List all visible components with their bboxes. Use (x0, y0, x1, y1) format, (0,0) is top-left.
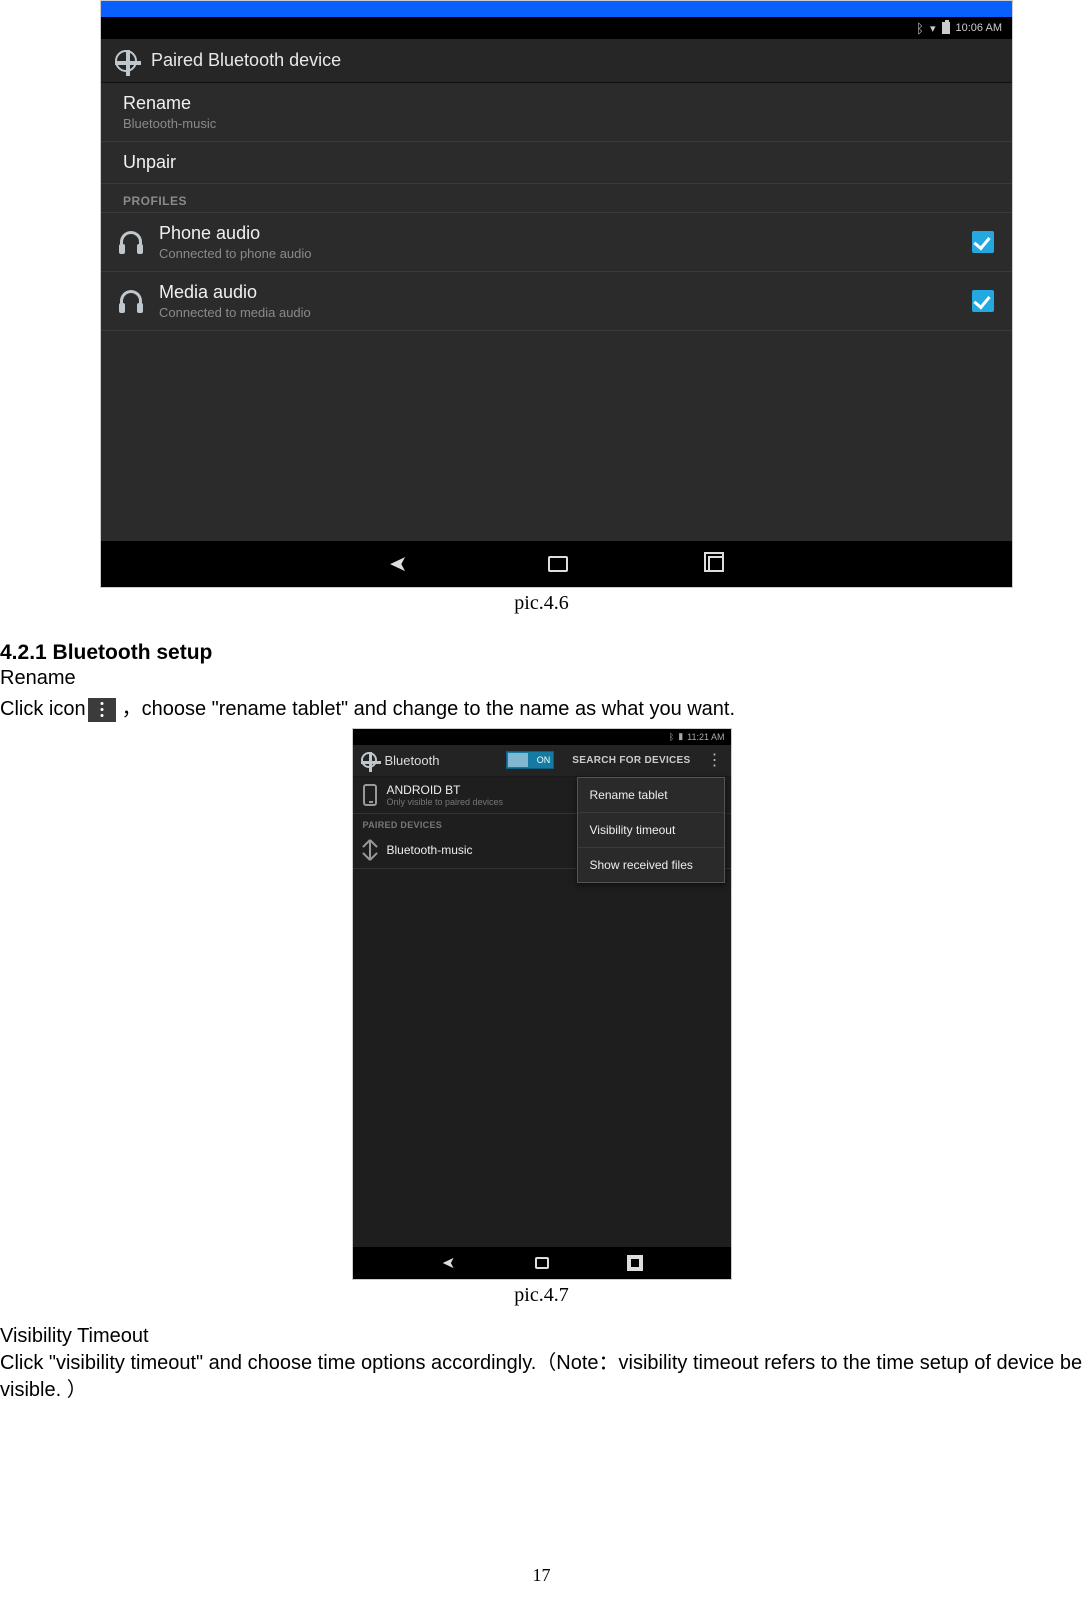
rename-pre: Click icon (0, 698, 86, 720)
battery-icon (942, 22, 950, 34)
overflow-menu-icon[interactable]: ⋮ (707, 750, 723, 770)
visibility-heading: Visibility Timeout (0, 1325, 1083, 1348)
rename-row[interactable]: Rename Bluetooth-music (101, 83, 1012, 142)
status-time: 11:21 AM (687, 732, 724, 742)
back-icon[interactable]: ➤ (442, 1253, 455, 1273)
rename-label: Rename (123, 93, 990, 114)
android-status-bar: ᛒ ▾ 10:06 AM (101, 17, 1012, 39)
screenshot-pic-4-6: ᛒ ▾ 10:06 AM Paired Bluetooth device Ren… (100, 0, 1013, 588)
status-time: 10:06 AM (956, 22, 1002, 34)
popup-rename-tablet[interactable]: Rename tablet (578, 778, 724, 813)
settings-gear-icon (361, 752, 377, 768)
headset-icon (119, 230, 143, 254)
phone-audio-title: Phone audio (159, 223, 956, 244)
settings-gear-icon (115, 50, 137, 72)
phone-audio-row[interactable]: Phone audio Connected to phone audio (101, 213, 1012, 272)
unpair-label: Unpair (123, 152, 990, 173)
signal-icon: ▾ (930, 22, 936, 35)
page-title: Paired Bluetooth device (151, 50, 341, 71)
unpair-row[interactable]: Unpair (101, 142, 1012, 184)
bluetooth-toggle[interactable]: ON (506, 751, 554, 769)
search-for-devices-button[interactable]: SEARCH FOR DEVICES (562, 755, 690, 766)
media-audio-sub: Connected to media audio (159, 305, 956, 320)
caption-pic-4-6: pic.4.6 (0, 592, 1083, 615)
phone-icon (363, 784, 377, 806)
window-top-bar (101, 1, 1012, 17)
device-name: ANDROID BT (387, 783, 504, 797)
media-audio-title: Media audio (159, 282, 956, 303)
page-title-bar: Paired Bluetooth device (101, 39, 1012, 83)
visibility-body: Click "visibility timeout" and choose ti… (0, 1350, 1083, 1404)
rename-subtitle: Bluetooth-music (123, 116, 990, 131)
popup-visibility-timeout[interactable]: Visibility timeout (578, 813, 724, 848)
home-icon[interactable] (548, 556, 568, 572)
rename-heading: Rename (0, 667, 1083, 690)
profiles-section-label: PROFILES (101, 184, 1012, 213)
rename-post: ，choose "rename tablet" and change to th… (122, 698, 735, 720)
home-icon[interactable] (535, 1257, 549, 1269)
caption-pic-4-7: pic.4.7 (0, 1284, 1083, 1307)
media-audio-checkbox[interactable] (972, 290, 994, 312)
bluetooth-title-bar: Bluetooth ON SEARCH FOR DEVICES ⋮ (353, 745, 731, 777)
bluetooth-device-icon (363, 840, 377, 860)
battery-icon: ▮ (678, 731, 683, 742)
android-status-bar: ᛒ ▮ 11:21 AM (353, 729, 731, 745)
section-heading: 4.2.1 Bluetooth setup (0, 641, 1083, 665)
rename-instructions: Click icon ，choose "rename tablet" and ch… (0, 692, 1083, 722)
recent-apps-icon[interactable] (708, 556, 724, 572)
bluetooth-icon: ᛒ (916, 21, 924, 36)
device-sub: Only visible to paired devices (387, 797, 504, 807)
headset-icon (119, 289, 143, 313)
popup-show-received-files[interactable]: Show received files (578, 848, 724, 882)
bluetooth-icon: ᛒ (669, 732, 674, 742)
phone-audio-sub: Connected to phone audio (159, 246, 956, 261)
page-number: 17 (0, 1565, 1083, 1586)
paired-device-name: Bluetooth-music (387, 843, 473, 857)
toggle-label: ON (537, 755, 551, 765)
bluetooth-title: Bluetooth (385, 753, 499, 768)
overflow-menu-icon (88, 698, 116, 722)
phone-audio-checkbox[interactable] (972, 231, 994, 253)
back-icon[interactable]: ➤ (389, 551, 407, 577)
android-nav-bar: ➤ (101, 541, 1012, 587)
media-audio-row[interactable]: Media audio Connected to media audio (101, 272, 1012, 331)
android-nav-bar: ➤ (353, 1247, 731, 1279)
overflow-popup-menu: Rename tablet Visibility timeout Show re… (577, 777, 725, 883)
screenshot-pic-4-7: ᛒ ▮ 11:21 AM Bluetooth ON SEARCH FOR DEV… (352, 728, 732, 1280)
recent-apps-icon[interactable] (629, 1257, 641, 1269)
